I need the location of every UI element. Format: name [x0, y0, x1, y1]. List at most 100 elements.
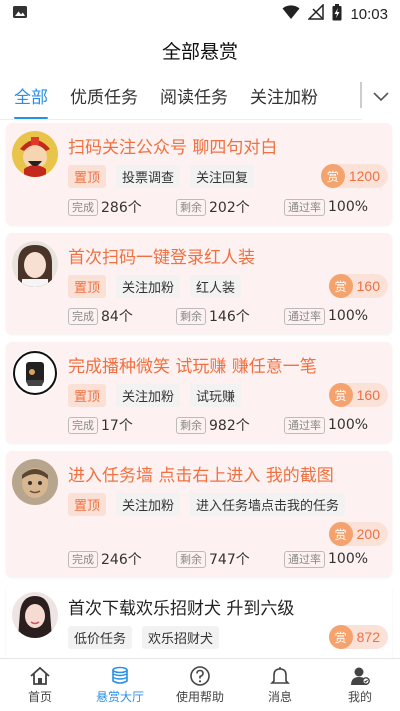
- done-label: 完成: [68, 550, 98, 568]
- user-icon: [351, 667, 370, 685]
- page-title-bar: 全部悬赏: [0, 28, 400, 72]
- reward-badge: 赏 160: [328, 274, 388, 298]
- rate-label: 通过率: [284, 416, 325, 434]
- remain-label: 剩余: [176, 307, 206, 325]
- task-card[interactable]: 首次下载欢乐招财犬 升到六级 低价任务 欢乐招财犬 赏 872: [6, 584, 392, 658]
- nav-label: 我的: [347, 689, 372, 704]
- bottom-nav: 首页 悬赏大厅 使用帮助 消息 我的: [0, 658, 400, 711]
- status-bar: 10:03: [0, 0, 400, 28]
- avatar: [12, 241, 58, 287]
- reward-value: 200: [356, 526, 380, 542]
- task-card[interactable]: 扫码关注公众号 聊四句对白 置顶 投票调查 关注回复 赏 1200 完成 286个…: [6, 123, 392, 225]
- nav-mine[interactable]: 我的: [320, 659, 400, 711]
- task-tag: 低价任务: [68, 626, 133, 649]
- pinned-tag: 置顶: [68, 493, 107, 516]
- task-card[interactable]: 进入任务墙 点击右上进入 我的截图 置顶 关注加粉 进入任务墙点击我的任务 赏 …: [6, 451, 392, 577]
- task-title: 进入任务墙 点击右上进入 我的截图: [68, 466, 334, 486]
- reward-badge: 赏 1200: [320, 164, 388, 188]
- nav-label: 使用帮助: [175, 689, 224, 704]
- chevron-down-icon: [373, 92, 389, 102]
- pass-rate: 100%: [328, 551, 369, 567]
- remain-count: 146个: [209, 309, 250, 325]
- tag-row: 置顶 关注加粉 试玩赚: [68, 384, 242, 407]
- rate-label: 通过率: [284, 307, 325, 325]
- pass-rate: 100%: [328, 308, 369, 324]
- reward-badge: 赏 872: [328, 625, 388, 649]
- nav-messages[interactable]: 消息: [240, 659, 320, 711]
- reward-value: 872: [356, 629, 380, 645]
- nav-home[interactable]: 首页: [0, 659, 80, 711]
- task-tag: 进入任务墙点击我的任务: [190, 493, 346, 516]
- pinned-tag: 置顶: [68, 165, 107, 188]
- remain-count: 202个: [209, 200, 250, 216]
- done-label: 完成: [68, 307, 98, 325]
- nav-label: 消息: [267, 689, 292, 704]
- task-title: 完成播种微笑 试玩赚 赚任意一笔: [68, 357, 317, 377]
- tag-row: 低价任务 欢乐招财犬: [68, 626, 220, 649]
- tab-all[interactable]: 全部: [14, 83, 48, 119]
- task-card[interactable]: 完成播种微笑 试玩赚 赚任意一笔 置顶 关注加粉 试玩赚 赏 160 完成 17个…: [6, 342, 392, 443]
- done-label: 完成: [68, 416, 98, 434]
- avatar: [12, 592, 58, 638]
- task-tag: 欢乐招财犬: [142, 626, 220, 649]
- tag-row: 置顶 关注加粉 进入任务墙点击我的任务: [68, 493, 346, 516]
- tab-quality-tasks[interactable]: 优质任务: [70, 83, 138, 108]
- task-tag: 关注加粉: [116, 493, 181, 516]
- task-tag: 投票调查: [116, 165, 181, 188]
- no-signal-icon: [307, 3, 325, 24]
- rate-label: 通过率: [284, 198, 325, 216]
- page-title: 全部悬赏: [161, 40, 238, 63]
- coins-icon: [112, 666, 128, 684]
- reward-icon: 赏: [328, 274, 353, 298]
- pass-rate: 100%: [328, 417, 369, 433]
- remain-count: 982个: [209, 418, 250, 434]
- done-count: 84个: [101, 309, 133, 325]
- pinned-tag: 置顶: [68, 384, 107, 407]
- rate-label: 通过率: [284, 550, 325, 568]
- reward-icon: 赏: [320, 164, 345, 188]
- avatar: [12, 459, 58, 505]
- bell-icon: [270, 666, 290, 684]
- avatar: [12, 131, 58, 177]
- remain-label: 剩余: [176, 198, 206, 216]
- image-notification-icon: [12, 4, 28, 24]
- remain-label: 剩余: [176, 416, 206, 434]
- task-title: 首次扫码一键登录红人装: [68, 248, 255, 268]
- tab-reading-tasks[interactable]: 阅读任务: [160, 83, 228, 108]
- reward-icon: 赏: [328, 625, 353, 649]
- remain-count: 747个: [209, 552, 250, 568]
- nav-reward-hall[interactable]: 悬赏大厅: [80, 659, 160, 711]
- done-count: 17个: [101, 418, 133, 434]
- stat-row: 完成 286个 剩余 202个 通过率 100%: [68, 197, 392, 217]
- task-tag: 关注加粉: [116, 275, 181, 298]
- task-tag: 试玩赚: [190, 384, 242, 407]
- tag-row: 置顶 关注加粉 红人装: [68, 275, 242, 298]
- stat-row: 完成 246个 剩余 747个 通过率 100%: [68, 549, 392, 569]
- task-tag: 关注加粉: [116, 384, 181, 407]
- nav-label: 首页: [27, 689, 52, 704]
- nav-label: 悬赏大厅: [95, 689, 144, 704]
- remain-label: 剩余: [176, 550, 206, 568]
- tabs-expand-button[interactable]: [362, 72, 400, 120]
- reward-value: 1200: [348, 168, 380, 184]
- reward-badge: 赏 160: [328, 383, 388, 407]
- task-list: 扫码关注公众号 聊四句对白 置顶 投票调查 关注回复 赏 1200 完成 286个…: [0, 121, 400, 658]
- status-time: 10:03: [350, 5, 388, 23]
- reward-icon: 赏: [328, 522, 353, 546]
- home-icon: [30, 666, 50, 685]
- task-tag: 红人装: [190, 275, 242, 298]
- done-label: 完成: [68, 198, 98, 216]
- tab-follow-fans[interactable]: 关注加粉: [250, 83, 318, 108]
- tag-row: 置顶 投票调查 关注回复: [68, 165, 255, 188]
- reward-icon: 赏: [328, 383, 353, 407]
- task-card[interactable]: 首次扫码一键登录红人装 置顶 关注加粉 红人装 赏 160 完成 84个 剩余 14…: [6, 233, 392, 334]
- task-title: 首次下载欢乐招财犬 升到六级: [68, 599, 295, 619]
- reward-badge: 赏 200: [328, 522, 388, 546]
- done-count: 286个: [101, 200, 142, 216]
- battery-charging-icon: [332, 3, 342, 25]
- pinned-tag: 置顶: [68, 275, 107, 298]
- stat-row: 完成 17个 剩余 982个 通过率 100%: [68, 415, 392, 435]
- nav-help[interactable]: 使用帮助: [160, 659, 240, 711]
- category-tabs: 全部 优质任务 阅读任务 关注加粉: [0, 72, 400, 120]
- reward-value: 160: [356, 278, 380, 294]
